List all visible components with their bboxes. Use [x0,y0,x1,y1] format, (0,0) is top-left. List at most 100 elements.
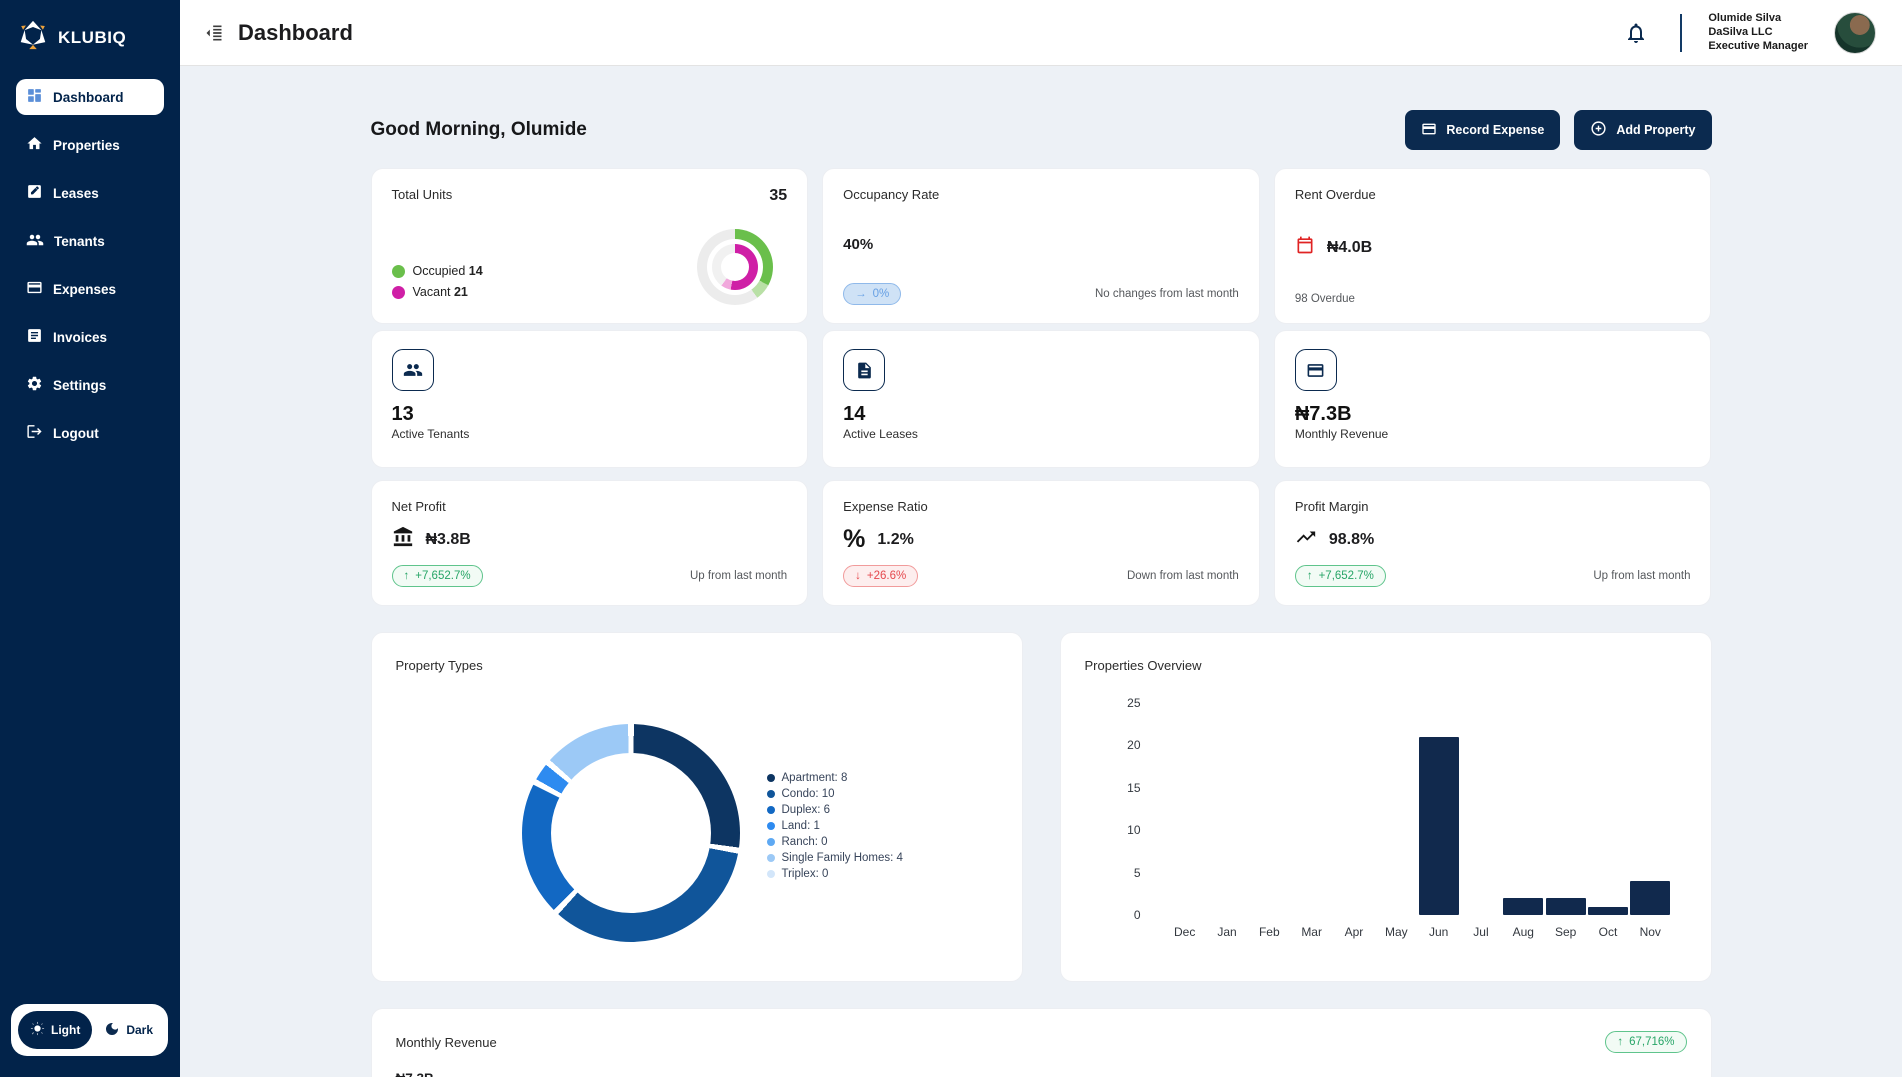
occupancy-trend-badge: → 0% [843,283,901,305]
profit-margin-note: Up from last month [1593,570,1690,582]
sidebar-item-leases[interactable]: Leases [16,175,164,211]
bar-chart-x-axis: DecJanFebMarAprMayJunJulAugSepOctNov [1164,925,1672,939]
x-tick-label: Feb [1248,925,1290,939]
user-company: DaSilva LLC [1708,26,1808,39]
greeting: Good Morning, Olumide [371,119,587,141]
notifications-bell-icon[interactable] [1624,21,1648,45]
donut-legend-item: Apartment: 8 [767,772,903,784]
dashboard-grid-icon [26,87,43,107]
total-units-card: Total Units 35 Occupied 14 [371,168,809,324]
active-tenants-value: 13 [392,403,788,426]
vacant-legend: Vacant 21 [392,285,483,299]
x-tick-label: Nov [1629,925,1671,939]
tenants-icon-box [392,349,434,391]
sidebar-item-tenants[interactable]: Tenants [16,223,164,259]
bar-slot [1502,898,1544,915]
bank-icon [392,526,414,553]
legend-dot [767,774,775,782]
brand: KLUBIQ [0,18,180,79]
theme-light-label: Light [51,1023,80,1037]
user-menu[interactable]: Olumide Silva DaSilva LLC Executive Mana… [1708,12,1808,53]
card-icon [1421,121,1437,140]
sidebar-item-label: Settings [53,378,106,393]
net-profit-card: Net Profit ₦3.8B ↑ +7,652.7% [371,480,809,606]
bar-slot [1417,737,1459,915]
legend-dot [767,870,775,878]
card-title: Profit Margin [1295,499,1691,514]
bar [1419,737,1459,915]
lease-edit-icon [26,183,43,203]
y-tick-label: 5 [1134,866,1141,880]
card-title: Monthly Revenue [396,1035,497,1050]
avatar[interactable] [1834,12,1876,54]
legend-label: Condo: 10 [782,788,835,800]
bar [1546,898,1586,915]
x-tick-label: Apr [1333,925,1375,939]
legend-dot [767,854,775,862]
invoice-icon [26,327,43,347]
legend-dot [767,790,775,798]
y-tick-label: 25 [1127,696,1140,710]
active-tenants-card: 13 Active Tenants [371,330,809,468]
sidebar-item-properties[interactable]: Properties [16,127,164,163]
bar-chart-y-axis: 0510152025 [1085,703,1141,915]
legend-dot [767,822,775,830]
header-divider [1680,14,1682,52]
bar-slot [1587,907,1629,915]
lease-document-icon-box [843,349,885,391]
theme-light-button[interactable]: Light [18,1011,92,1049]
vacant-dot [392,286,405,299]
y-tick-label: 0 [1134,908,1141,922]
x-tick-label: Jul [1460,925,1502,939]
card-title: Rent Overdue [1295,187,1691,202]
plus-circle-icon [1590,120,1607,140]
down-arrow-icon: ↓ [855,570,861,582]
card-title: Total Units [392,187,453,202]
donut-legend-item: Ranch: 0 [767,836,903,848]
occupancy-rate-card: Occupancy Rate 40% → 0% No changes from … [822,168,1260,324]
rent-overdue-value: ₦4.0B [1327,239,1372,257]
active-leases-value: 14 [843,403,1239,426]
legend-label: Apartment: 8 [782,772,848,784]
sidebar-item-label: Tenants [54,234,105,249]
x-tick-label: Mar [1290,925,1332,939]
calendar-icon [1295,235,1315,260]
monthly-revenue-card: ₦7.3B Monthly Revenue [1274,330,1712,468]
sidebar-item-invoices[interactable]: Invoices [16,319,164,355]
record-expense-button[interactable]: Record Expense [1405,110,1560,150]
trending-up-icon [1295,526,1317,553]
monthly-revenue-value: ₦7.3B [1295,403,1691,426]
moon-icon [104,1021,120,1040]
donut-legend-item: Triplex: 0 [767,868,903,880]
expense-ratio-note: Down from last month [1127,570,1239,582]
properties-overview-bar-chart: 0510152025 DecJanFebMarAprMayJunJulAugSe… [1085,703,1687,973]
collapse-sidebar-icon[interactable] [204,23,224,43]
bar [1503,898,1543,915]
bar-slot [1629,881,1671,915]
sun-icon [30,1021,45,1039]
home-icon [26,135,43,155]
legend-label: Ranch: 0 [782,836,828,848]
credit-card-icon-box [1295,349,1337,391]
brand-name: KLUBIQ [58,28,126,48]
rent-overdue-note: 98 Overdue [1295,293,1691,305]
profit-margin-value: 98.8% [1329,531,1374,549]
profit-margin-card: Profit Margin 98.8% ↑ +7,652.7% [1274,480,1712,606]
sidebar-item-dashboard[interactable]: Dashboard [16,79,164,115]
y-tick-label: 10 [1127,823,1140,837]
add-property-button[interactable]: Add Property [1574,110,1711,150]
gear-icon [26,375,43,395]
header: Dashboard Olumide Silva DaSilva LLC Exec… [180,0,1902,66]
sidebar-item-expenses[interactable]: Expenses [16,271,164,307]
x-tick-label: Aug [1502,925,1544,939]
rent-overdue-card: Rent Overdue ₦4.0B 98 Overdue [1274,168,1712,324]
sidebar-item-label: Expenses [53,282,116,297]
theme-dark-button[interactable]: Dark [92,1011,165,1049]
sidebar-item-settings[interactable]: Settings [16,367,164,403]
legend-label: Single Family Homes: 4 [782,852,903,864]
y-tick-label: 20 [1127,738,1140,752]
sidebar-item-logout[interactable]: Logout [16,415,164,451]
occupancy-note: No changes from last month [1095,288,1239,300]
legend-dot [767,838,775,846]
monthly-revenue-chart-card: Monthly Revenue ↑ 67,716% ₦7.3B [371,1008,1712,1077]
